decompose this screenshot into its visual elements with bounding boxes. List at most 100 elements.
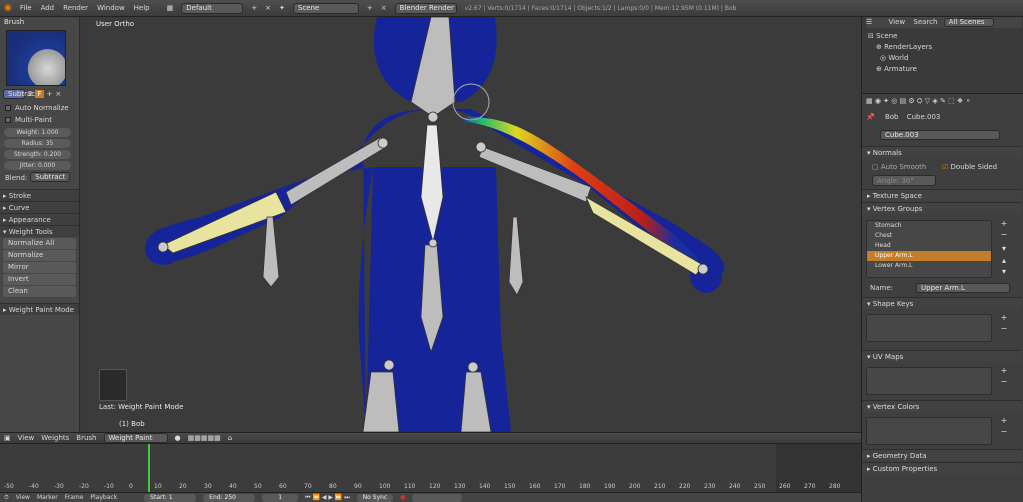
menu-add[interactable]: Add bbox=[41, 4, 55, 12]
appearance-panel[interactable]: ▸ Appearance bbox=[0, 213, 79, 225]
clean-button[interactable]: Clean bbox=[3, 286, 76, 297]
remove-vertex-group-button[interactable]: − bbox=[1000, 231, 1008, 239]
current-frame-field[interactable]: 1 bbox=[262, 493, 299, 502]
menu-window[interactable]: Window bbox=[97, 4, 125, 12]
mirror-button[interactable]: Mirror bbox=[3, 262, 76, 273]
outliner-world[interactable]: ◎ World bbox=[880, 53, 908, 64]
invert-button[interactable]: Invert bbox=[3, 274, 76, 285]
vertex-group-item[interactable]: Chest bbox=[867, 231, 991, 241]
end-frame-field[interactable]: End: 250 bbox=[203, 493, 256, 502]
brush-preview[interactable] bbox=[6, 30, 66, 86]
vertex-group-item[interactable]: Lower Arm.L bbox=[867, 261, 991, 271]
add-brush-button[interactable]: + bbox=[47, 90, 53, 98]
weight-tools-panel[interactable]: ▾ Weight Tools bbox=[0, 225, 79, 237]
lock-icon[interactable]: ⌂ bbox=[228, 434, 232, 442]
close-scene-button[interactable]: × bbox=[381, 4, 387, 12]
tl-menu-frame[interactable]: Frame bbox=[65, 494, 84, 501]
shape-keys-list[interactable] bbox=[866, 314, 992, 342]
menu-weights[interactable]: Weights bbox=[41, 434, 69, 442]
properties-tabs[interactable]: ▦ ◉ ✦ ◎ ▤ ⚙ ⛭ ▽ ◈ ✎ ⬚ ❖ ⚬ bbox=[866, 96, 1022, 107]
vertex-group-menu-icon[interactable]: ▾ bbox=[1000, 245, 1008, 253]
keying-set-field[interactable] bbox=[412, 493, 463, 502]
move-up-icon[interactable]: ▴ bbox=[1000, 257, 1008, 265]
remove-shape-key-button[interactable]: − bbox=[1000, 325, 1008, 333]
fake-user-button[interactable]: F bbox=[35, 90, 44, 98]
vertex-group-item-selected[interactable]: Upper Arm.L bbox=[867, 251, 991, 261]
shading-icon[interactable]: ● bbox=[175, 434, 181, 442]
record-icon[interactable]: ● bbox=[400, 494, 405, 501]
outliner-scene[interactable]: ⊟ Scene bbox=[868, 31, 897, 42]
mesh-datablock-field[interactable]: Cube.003 bbox=[880, 130, 1000, 140]
strength-slider[interactable]: Strength: 0.200 bbox=[4, 150, 71, 159]
tl-menu-view[interactable]: View bbox=[16, 494, 30, 501]
timeline-editor-icon[interactable]: ⏱ bbox=[4, 494, 9, 502]
double-sided-checkbox[interactable]: ☑ Double Sided bbox=[942, 162, 997, 173]
outliner-renderlayers[interactable]: ⊕ RenderLayers bbox=[876, 42, 932, 53]
radius-slider[interactable]: Radius: 35 bbox=[4, 139, 71, 148]
uv-maps-panel[interactable]: ▾ UV Maps bbox=[862, 350, 1022, 362]
current-frame-marker[interactable] bbox=[148, 444, 150, 492]
vertex-colors-list[interactable] bbox=[866, 417, 992, 445]
uv-maps-list[interactable] bbox=[866, 367, 992, 395]
sync-select[interactable]: No Sync bbox=[356, 493, 394, 502]
scene-field[interactable]: Scene bbox=[292, 2, 359, 14]
add-layout-button[interactable]: + bbox=[251, 4, 257, 12]
multi-paint-checkbox[interactable]: Multi-Paint bbox=[0, 114, 79, 126]
menu-file[interactable]: File bbox=[20, 4, 32, 12]
screen-layout-field[interactable]: Default bbox=[181, 2, 244, 14]
add-vertex-color-button[interactable]: + bbox=[1000, 417, 1008, 425]
vertex-group-item[interactable]: Stomach bbox=[867, 221, 991, 231]
add-vertex-group-button[interactable]: + bbox=[1000, 220, 1008, 228]
outliner-armature[interactable]: ⊕ Armature bbox=[876, 64, 917, 75]
timeline[interactable]: -50 -40 -30 -20 -10 0 10 20 30 40 50 60 70 80 90 100 110… bbox=[0, 444, 861, 492]
blender-icon[interactable]: ◉ bbox=[4, 3, 12, 13]
editor-type-icon[interactable]: ▣ bbox=[4, 434, 11, 442]
close-layout-button[interactable]: × bbox=[265, 4, 271, 12]
jitter-slider[interactable]: Jitter: 0.000 bbox=[4, 161, 71, 170]
tl-menu-playback[interactable]: Playback bbox=[90, 494, 117, 501]
curve-panel[interactable]: ▸ Curve bbox=[0, 201, 79, 213]
vertex-colors-panel[interactable]: ▾ Vertex Colors bbox=[862, 400, 1022, 412]
menu-brush[interactable]: Brush bbox=[76, 434, 96, 442]
auto-normalize-checkbox[interactable]: Auto Normalize bbox=[0, 102, 79, 114]
outliner-filter-select[interactable]: All Scenes bbox=[943, 18, 994, 27]
custom-properties-panel[interactable]: ▸ Custom Properties bbox=[862, 462, 1022, 474]
remove-uv-map-button[interactable]: − bbox=[1000, 378, 1008, 386]
stroke-panel[interactable]: ▸ Stroke bbox=[0, 189, 79, 201]
layout-icon[interactable]: ▦ bbox=[167, 4, 174, 12]
layers-icon[interactable]: ▦▦▦▦▦ bbox=[188, 434, 221, 442]
tl-menu-marker[interactable]: Marker bbox=[37, 494, 58, 501]
normalize-all-button[interactable]: Normalize All bbox=[3, 238, 76, 249]
menu-help[interactable]: Help bbox=[134, 4, 150, 12]
brush-name-field[interactable]: Subtract bbox=[3, 89, 38, 99]
blend-select[interactable]: Subtract bbox=[30, 172, 71, 182]
remove-vertex-color-button[interactable]: − bbox=[1000, 428, 1008, 436]
scene-icon[interactable]: ✦ bbox=[279, 4, 285, 12]
add-shape-key-button[interactable]: + bbox=[1000, 314, 1008, 322]
auto-smooth-checkbox[interactable]: ▢ Auto Smooth bbox=[872, 162, 926, 173]
normals-panel[interactable]: ▾ Normals bbox=[862, 146, 1022, 158]
outliner[interactable]: ☰ View Search All Scenes ⊟ Scene ⊕ Rende… bbox=[862, 17, 1023, 94]
menu-view[interactable]: View bbox=[18, 434, 35, 442]
menu-render[interactable]: Render bbox=[63, 4, 88, 12]
weight-paint-mode-panel[interactable]: ▸ Weight Paint Mode bbox=[0, 303, 79, 315]
vertex-groups-list[interactable]: Stomach Chest Head Upper Arm.L Lower Arm… bbox=[866, 220, 992, 278]
outliner-menu-search[interactable]: Search bbox=[913, 18, 937, 26]
playback-controls[interactable]: ⏮ ⏪ ◀ ▶ ⏩ ⏭ bbox=[305, 494, 350, 502]
normalize-button[interactable]: Normalize bbox=[3, 250, 76, 261]
weight-slider[interactable]: Weight: 1.000 bbox=[4, 128, 71, 137]
armature-mesh-scene[interactable] bbox=[81, 17, 861, 432]
shape-keys-panel[interactable]: ▾ Shape Keys bbox=[862, 297, 1022, 309]
vertex-group-name-field[interactable]: Upper Arm.L bbox=[916, 283, 1010, 293]
remove-brush-button[interactable]: × bbox=[55, 90, 61, 98]
geometry-data-panel[interactable]: ▸ Geometry Data bbox=[862, 449, 1022, 461]
add-scene-button[interactable]: + bbox=[367, 4, 373, 12]
outliner-editor-icon[interactable]: ☰ bbox=[866, 18, 872, 26]
vertex-group-item[interactable]: Head bbox=[867, 241, 991, 251]
vertex-groups-panel[interactable]: ▾ Vertex Groups bbox=[862, 202, 1022, 214]
move-down-icon[interactable]: ▾ bbox=[1000, 268, 1008, 276]
angle-field[interactable]: Angle: 30° bbox=[872, 175, 936, 186]
3d-viewport[interactable]: User Ortho Last: Weight Paint Mode (1) B… bbox=[81, 17, 861, 432]
mode-select[interactable]: Weight Paint bbox=[103, 433, 168, 443]
outliner-menu-view[interactable]: View bbox=[889, 18, 906, 26]
